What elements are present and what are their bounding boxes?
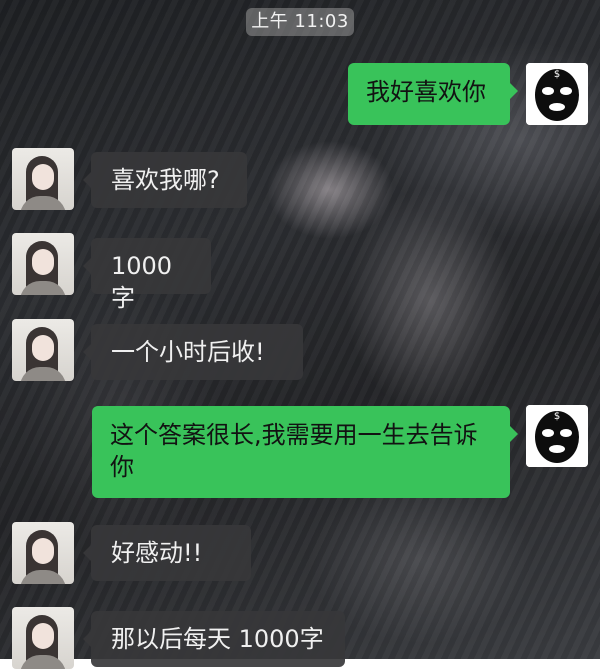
message-text: 我好喜欢你 bbox=[366, 78, 486, 106]
message-timestamp: 上午 11:03 bbox=[246, 8, 354, 36]
svg-text:$: $ bbox=[554, 411, 560, 422]
masked-face-icon: $ bbox=[526, 63, 588, 125]
masked-person-avatar[interactable]: $ bbox=[526, 405, 588, 467]
bubble-tail bbox=[83, 172, 91, 188]
message-text: 这个答案很长,我需要用一生去告诉你 bbox=[110, 421, 478, 481]
message-text: 好感动!! bbox=[111, 539, 203, 567]
girl-avatar[interactable] bbox=[12, 233, 74, 295]
message-bubble-outgoing[interactable]: 我好喜欢你 bbox=[348, 63, 518, 125]
bubble-tail bbox=[83, 545, 91, 561]
girl-avatar[interactable] bbox=[12, 319, 74, 381]
girl-avatar[interactable] bbox=[12, 607, 74, 669]
bubble-tail bbox=[83, 344, 91, 360]
message-text: 一个小时后收! bbox=[111, 338, 265, 366]
masked-face-icon: $ bbox=[526, 405, 588, 467]
message-text: 那以后每天 1000字 bbox=[111, 625, 324, 653]
bubble-tail bbox=[83, 258, 91, 274]
girl-avatar[interactable] bbox=[12, 522, 74, 584]
girl-avatar[interactable] bbox=[12, 148, 74, 210]
message-bubble-incoming[interactable]: 1000字 bbox=[83, 238, 211, 312]
masked-person-avatar[interactable]: $ bbox=[526, 63, 588, 125]
message-text: 喜欢我哪? bbox=[111, 166, 220, 194]
message-bubble-outgoing[interactable]: 这个答案很长,我需要用一生去告诉你 bbox=[92, 406, 518, 498]
bubble-tail bbox=[510, 83, 518, 99]
message-bubble-incoming[interactable]: 好感动!! bbox=[83, 525, 251, 581]
svg-text:$: $ bbox=[554, 69, 560, 80]
message-bubble-incoming[interactable]: 一个小时后收! bbox=[83, 324, 303, 380]
message-bubble-incoming[interactable]: 喜欢我哪? bbox=[83, 152, 247, 208]
bubble-tail bbox=[83, 631, 91, 647]
bubble-tail bbox=[510, 426, 518, 442]
